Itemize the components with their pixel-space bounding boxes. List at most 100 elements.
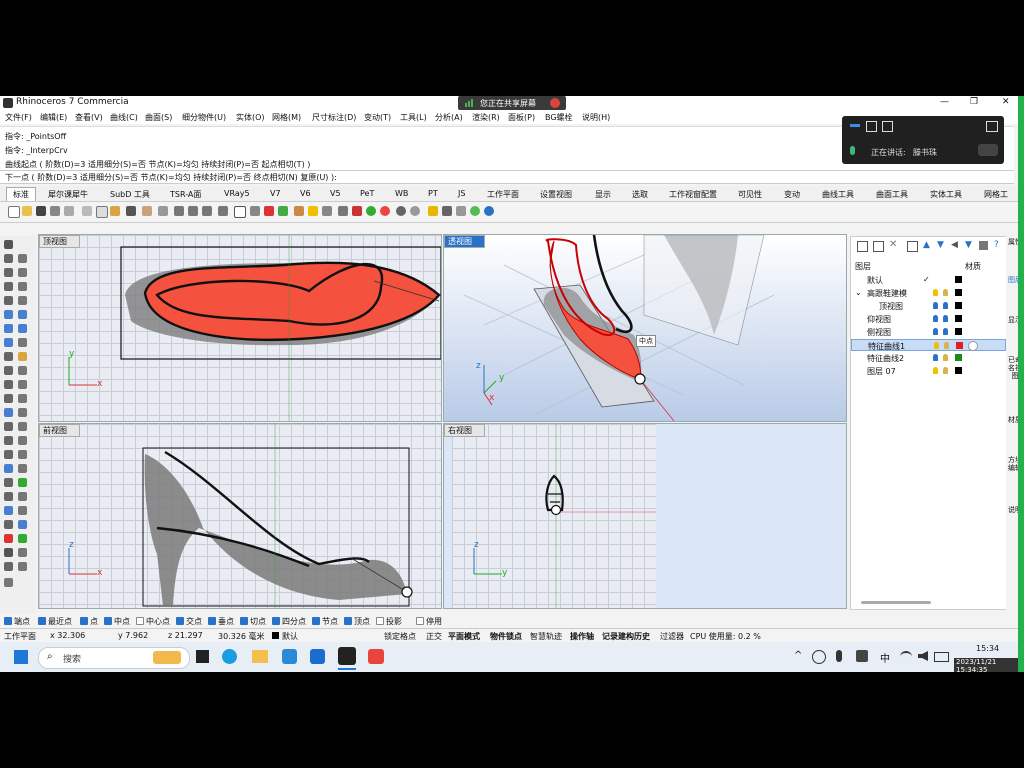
osnap-quad[interactable]: 四分点 <box>272 616 306 627</box>
list-icon[interactable] <box>882 121 893 132</box>
tab-toolbar[interactable]: V7 <box>270 189 281 198</box>
lock-icon[interactable] <box>943 328 948 335</box>
viewport-front[interactable]: z x 前视图 <box>38 423 442 609</box>
layout-icon[interactable] <box>4 562 13 571</box>
viewport-label-top[interactable]: 顶视图 <box>39 235 80 248</box>
lock-icon[interactable] <box>943 289 948 296</box>
material-swatch[interactable] <box>968 341 978 351</box>
mesh-icon[interactable] <box>4 352 13 361</box>
surface-icon[interactable] <box>4 310 13 319</box>
boolean-icon[interactable] <box>18 352 27 361</box>
visibility-bulb-icon[interactable] <box>933 302 938 309</box>
tab-toolbar[interactable]: 选取 <box>632 189 648 200</box>
layer-filter-icon[interactable] <box>907 241 918 252</box>
layer-row[interactable]: 默认 ✓ <box>851 274 1006 286</box>
menu-dimension[interactable]: 尺寸标注(D) <box>312 112 356 123</box>
tab-toolbar[interactable]: 犀尔课犀牛 <box>48 189 88 200</box>
scale-icon[interactable] <box>18 422 27 431</box>
layer-color-swatch[interactable] <box>955 367 962 374</box>
viewport-layout-icon[interactable] <box>234 206 246 218</box>
arc-icon[interactable] <box>18 268 27 277</box>
window-icon[interactable] <box>866 121 877 132</box>
render-icon[interactable] <box>380 206 390 216</box>
filter-icon[interactable]: ▼ <box>965 240 972 250</box>
toggle-gumball[interactable]: 操作轴 <box>570 631 594 642</box>
viewport-label-right[interactable]: 右视图 <box>444 424 485 437</box>
blend-icon[interactable] <box>4 492 13 501</box>
store-icon[interactable] <box>282 649 297 664</box>
layer-color-swatch[interactable] <box>955 354 962 361</box>
layer-row[interactable]: 图层 07 <box>851 365 1006 377</box>
analysis-icon[interactable] <box>428 206 438 216</box>
visibility-bulb-icon[interactable] <box>933 328 938 335</box>
horizontal-scrollbar[interactable] <box>861 601 931 604</box>
tab-toolbar[interactable]: 可见性 <box>738 189 762 200</box>
status-cplane[interactable]: 工作平面 <box>4 631 36 642</box>
project-icon[interactable] <box>4 506 13 515</box>
join-icon[interactable] <box>4 394 13 403</box>
menu-icon[interactable] <box>986 121 998 132</box>
taskbar-search[interactable]: ⌕ 搜索 <box>38 647 190 669</box>
mirror-icon[interactable] <box>4 436 13 445</box>
explode-icon[interactable] <box>18 394 27 403</box>
menu-help[interactable]: 说明(H) <box>582 112 610 123</box>
tools-icon[interactable] <box>979 241 988 250</box>
rotate-view-icon[interactable] <box>158 206 168 216</box>
layer-color-swatch[interactable] <box>955 276 962 283</box>
points-off-icon[interactable] <box>18 450 27 459</box>
tab-toolbar[interactable]: 工作视窗配置 <box>669 189 717 200</box>
menu-tools[interactable]: 工具(L) <box>400 112 427 123</box>
polyline-icon[interactable] <box>4 254 13 263</box>
osnap-intersection[interactable]: 交点 <box>176 616 202 627</box>
menu-transform[interactable]: 变动(T) <box>364 112 391 123</box>
ghosted-icon[interactable] <box>410 206 420 216</box>
tab-toolbar[interactable]: 显示 <box>595 189 611 200</box>
text-icon[interactable] <box>18 366 27 375</box>
point-icon[interactable] <box>264 206 274 216</box>
osnap-center[interactable]: 中心点 <box>136 616 170 627</box>
properties-tool-icon[interactable] <box>18 548 27 557</box>
minimize-button[interactable]: — <box>940 97 949 107</box>
options-icon[interactable] <box>442 206 452 216</box>
lock-icon[interactable] <box>944 342 949 349</box>
orient-icon[interactable] <box>18 534 27 543</box>
pan-hand-icon[interactable] <box>142 206 152 216</box>
select-arrow-icon[interactable] <box>4 240 13 249</box>
layer-tool-icon[interactable] <box>4 548 13 557</box>
move-icon[interactable] <box>4 408 13 417</box>
tab-toolbar[interactable]: SubD 工具 <box>110 189 150 200</box>
layer-color-swatch[interactable] <box>955 302 962 309</box>
layer-row[interactable]: 特征曲线2 <box>851 352 1006 364</box>
rotate-icon[interactable] <box>4 422 13 431</box>
rhino-taskbar-icon[interactable] <box>338 647 356 665</box>
cut-icon[interactable] <box>82 206 92 216</box>
osnap-vertex[interactable]: 顶点 <box>344 616 370 627</box>
layer-color-swatch[interactable] <box>956 342 963 349</box>
toggle-history[interactable]: 记录建构历史 <box>602 631 650 642</box>
split-icon[interactable] <box>4 380 13 389</box>
lock-icon[interactable] <box>338 206 348 216</box>
rectangle-icon[interactable] <box>4 282 13 291</box>
maximize-button[interactable]: ❐ <box>970 97 978 107</box>
sweep-icon[interactable] <box>4 324 13 333</box>
toggle-planar[interactable]: 平面模式 <box>448 631 480 642</box>
new-file-icon[interactable] <box>8 206 20 218</box>
loft-icon[interactable] <box>18 310 27 319</box>
save-icon[interactable] <box>36 206 46 216</box>
copy-object-icon[interactable] <box>18 408 27 417</box>
box-icon[interactable] <box>4 338 13 347</box>
undo-icon[interactable] <box>126 206 136 216</box>
osnap-project[interactable]: 投影 <box>376 616 402 627</box>
edge-icon[interactable] <box>222 649 237 664</box>
offset-icon[interactable] <box>18 296 27 305</box>
grid-snap-icon[interactable] <box>278 206 288 216</box>
points-on-icon[interactable] <box>4 450 13 459</box>
match-icon[interactable] <box>18 492 27 501</box>
shaded-icon[interactable] <box>396 206 406 216</box>
menu-mesh[interactable]: 网格(M) <box>272 112 301 123</box>
visibility-bulb-icon[interactable] <box>933 289 938 296</box>
circle-icon[interactable] <box>4 268 13 277</box>
command-input[interactable]: 下一点 ( 阶数(D)=3 适用细分(S)=否 节点(K)=均匀 持续封闭(P)… <box>0 170 1014 184</box>
toggle-grid-snap[interactable]: 锁定格点 <box>384 631 416 642</box>
lock-icon[interactable] <box>943 367 948 374</box>
